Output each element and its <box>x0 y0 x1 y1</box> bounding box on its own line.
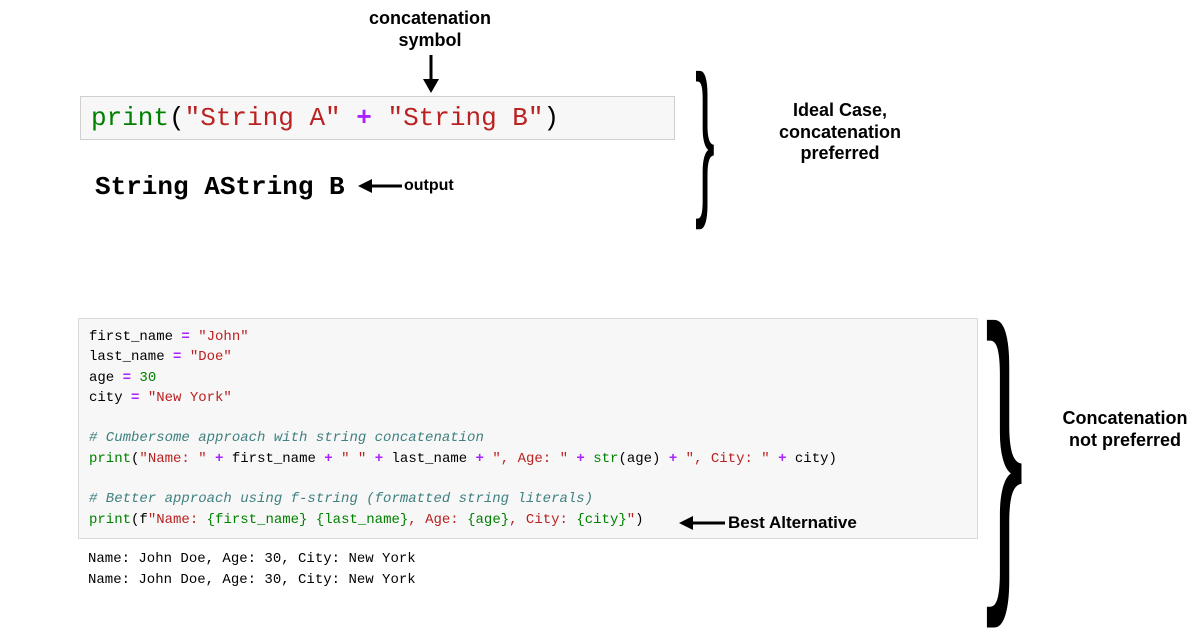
l3-val: 30 <box>131 370 156 386</box>
l7-op4: + <box>467 451 492 467</box>
l1-eq: = <box>181 329 189 345</box>
l2-val: "Doe" <box>181 349 231 365</box>
text: Ideal Case, concatenation preferred <box>779 100 901 163</box>
label-concat-not-preferred: Concatenation not preferred <box>1050 408 1200 451</box>
output-complex: Name: John Doe, Age: 30, City: New York … <box>78 545 978 595</box>
l7-s1: "Name: " <box>139 451 206 467</box>
l10-i3: {age} <box>467 512 509 528</box>
l7-s2: " " <box>341 451 366 467</box>
label-best-alternative: Best Alternative <box>728 513 857 533</box>
l7-op7: + <box>770 451 795 467</box>
l10-fn: print <box>89 512 131 528</box>
l7-s3: ", Age: " <box>492 451 568 467</box>
l7-op5: + <box>568 451 593 467</box>
token-close: ) <box>544 103 560 133</box>
l10-q2 <box>307 512 315 528</box>
arrow-down-icon <box>420 55 442 95</box>
l4-var: city <box>89 390 131 406</box>
l9-comment: # Better approach using f-string (format… <box>89 491 593 507</box>
l10-q5: " <box>627 512 635 528</box>
l10-close: ) <box>635 512 643 528</box>
l10-q3: , Age: <box>408 512 467 528</box>
l6-comment: # Cumbersome approach with string concat… <box>89 430 484 446</box>
l4-val: "New York" <box>139 390 231 406</box>
label-output: output <box>404 176 454 195</box>
l10-i4: {city} <box>576 512 626 528</box>
l7-op6: + <box>660 451 685 467</box>
l7-str: str <box>593 451 618 467</box>
l7-s4: ", City: " <box>686 451 770 467</box>
l1-val: "John" <box>190 329 249 345</box>
token-string-a: "String A" <box>185 103 341 133</box>
label-ideal-case: Ideal Case, concatenation preferred <box>755 100 925 165</box>
arrow-left-icon <box>677 512 725 534</box>
l10-i1: {first_name} <box>207 512 308 528</box>
l10-pre: (f <box>131 512 148 528</box>
text: Name: John Doe, Age: 30, City: New York … <box>88 551 416 588</box>
text: String AString B <box>95 172 345 202</box>
l7-v2: last_name <box>392 451 468 467</box>
l10-q1: "Name: <box>148 512 207 528</box>
code-block-complex: first_name = "John" last_name = "Doe" ag… <box>78 318 978 539</box>
text: Best Alternative <box>728 513 857 532</box>
l7-age: (age) <box>618 451 660 467</box>
l10-q4: , City: <box>509 512 576 528</box>
l7-v1: first_name <box>232 451 316 467</box>
label-concat-symbol: concatenation symbol <box>345 8 515 51</box>
l3-var: age <box>89 370 123 386</box>
token-plus: + <box>341 103 388 133</box>
l2-var: last_name <box>89 349 173 365</box>
brace-icon: } <box>985 255 1024 635</box>
output-simple: String AString B <box>95 172 345 202</box>
token-string-b: "String B" <box>387 103 543 133</box>
arrow-left-icon <box>356 175 402 197</box>
text: concatenation symbol <box>369 8 491 50</box>
l7-v3: city <box>795 451 829 467</box>
token-fn: print <box>91 103 169 133</box>
l1-var: first_name <box>89 329 181 345</box>
l10-i2: {last_name} <box>316 512 408 528</box>
text: Concatenation not preferred <box>1062 408 1187 450</box>
l7-op3: + <box>366 451 391 467</box>
code-block-simple: print("String A" + "String B") <box>80 96 675 140</box>
l7-op2: + <box>316 451 341 467</box>
l3-eq: = <box>123 370 131 386</box>
l7-op1: + <box>207 451 232 467</box>
token-open: ( <box>169 103 185 133</box>
text: output <box>404 177 454 194</box>
l7-fn: print <box>89 451 131 467</box>
brace-icon: } <box>695 38 715 234</box>
